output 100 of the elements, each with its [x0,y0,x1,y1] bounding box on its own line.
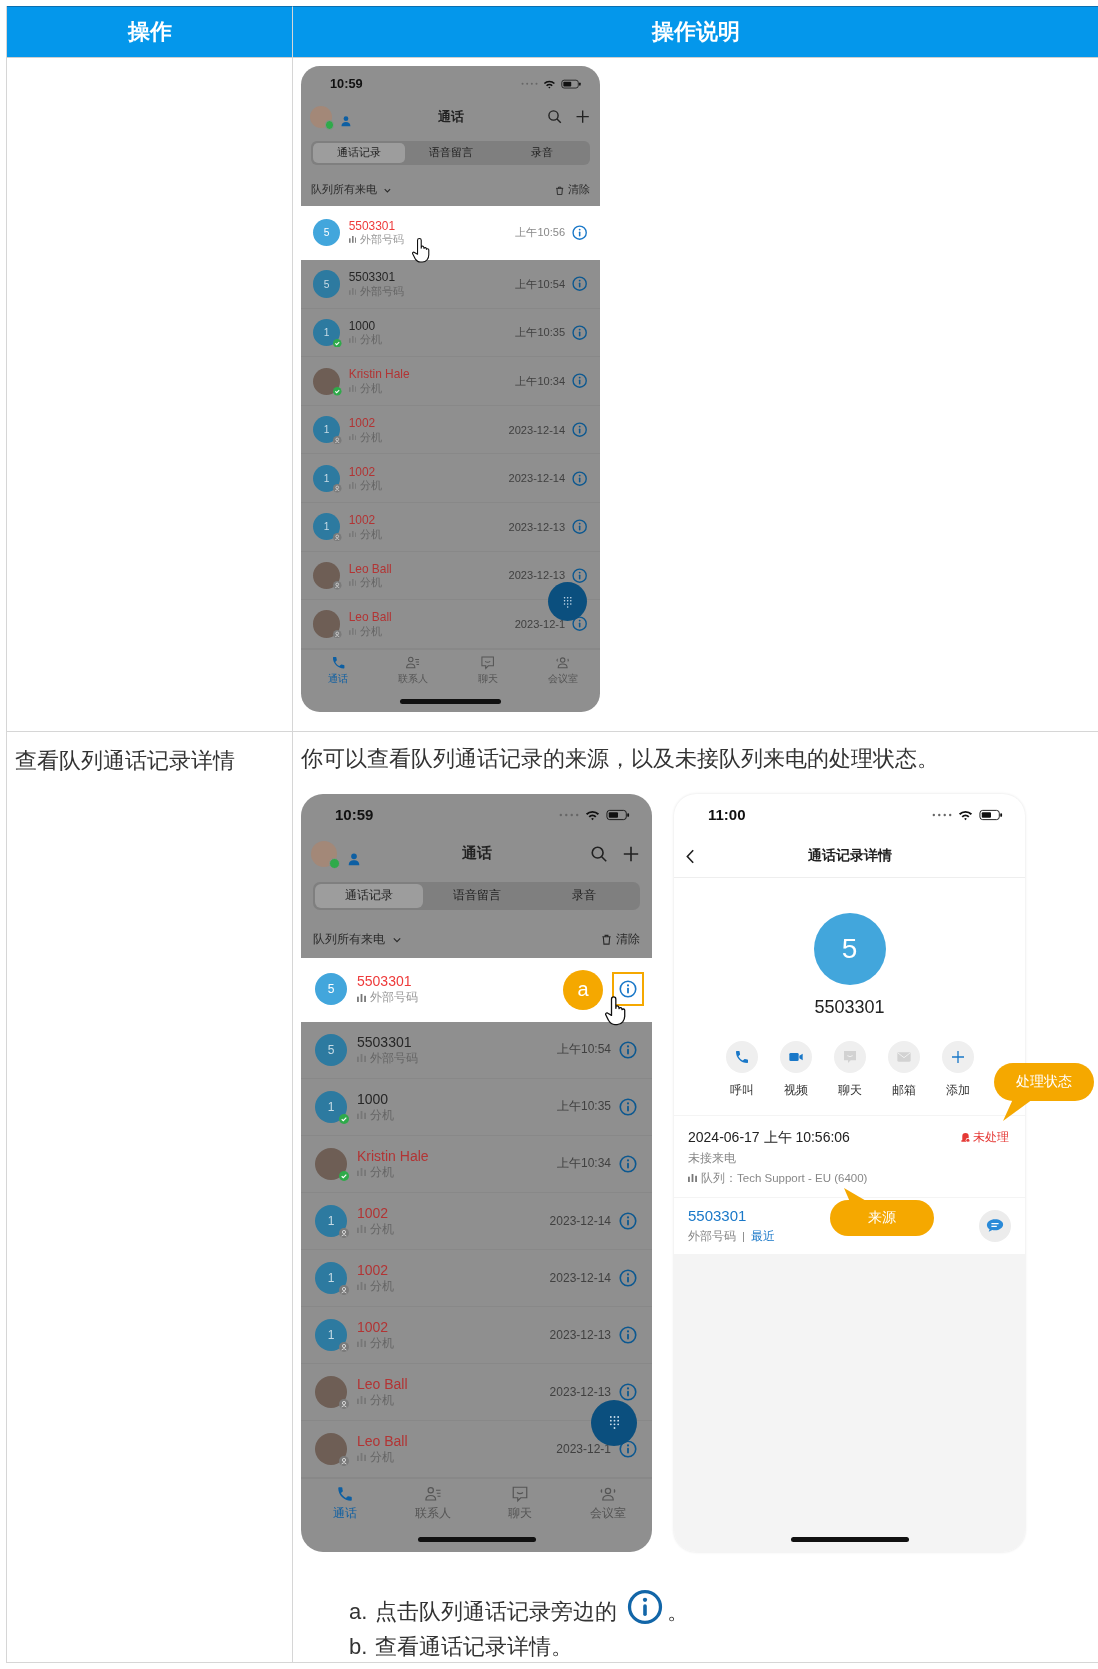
avatar-circle: 1 [315,1261,347,1294]
photo-placeholder [315,1147,347,1180]
avatar-circle: 5 [312,218,341,247]
caller-name: 5503301 [348,218,396,234]
wifi-icon [958,808,973,821]
offline-badge [333,435,342,445]
column-header: 操作说明 [293,6,1098,58]
description-text: 你可以查看队列通话记录的来源，以及未接队列来电的处理状态。 [301,744,940,773]
dialpad-button[interactable] [548,582,588,622]
dialpad-button[interactable] [591,1399,637,1446]
building-icon [357,1396,366,1405]
caller-name: 1002 [348,513,376,528]
building-icon [357,1453,366,1462]
caller-name: Kristin Hale [348,367,410,382]
online-badge [339,1113,349,1124]
caller-name: 5503301 [357,973,412,991]
caller-name: 1002 [357,1261,389,1279]
tab[interactable]: 录音 [496,142,589,164]
call-datetime: 2024-06-17 上午 10:56:06 [688,1128,851,1147]
info-icon[interactable] [619,980,637,999]
avatar-circle: 1 [312,416,341,444]
info-icon[interactable] [619,1439,637,1458]
caller-name: 1002 [348,464,376,480]
nav-tab[interactable]: 通话 [301,649,376,692]
filter-dropdown[interactable]: 队列所有来电 [311,183,391,198]
call-time: 2023-12-13 [508,569,566,582]
avatar-circle: 5 [315,973,347,1006]
tab[interactable]: 通话记录 [315,883,423,908]
avatar-circle: 5 [813,912,886,985]
avatar-circle: 1 [312,464,341,492]
dialpad-icon [608,1415,620,1431]
info-icon[interactable] [571,224,588,241]
building-icon [357,1282,366,1291]
call-result: 未接来电 [688,1150,737,1166]
recent-link[interactable]: 最近 [751,1225,775,1246]
caller-name: Kristin Hale [357,1147,429,1165]
list-marker: b. [349,1633,368,1660]
call-time: 2023-12-14 [549,1270,611,1285]
call-time: 上午10:34 [515,373,566,389]
avatar-circle: 1 [315,1090,347,1123]
status-label: 未处理 [973,1129,1009,1147]
call-time: 上午10:35 [515,325,566,341]
call-row[interactable]: 5 5503301 外部号码 上午10:56 [301,205,601,261]
chat-icon [511,1485,530,1504]
clear-button[interactable]: 清除 [555,183,590,198]
source-number[interactable]: 5503301 [688,1205,747,1226]
signal-icon [932,812,952,817]
caller-name: 1000 [348,318,376,334]
meeting-icon [599,1485,618,1504]
building-icon [357,1225,366,1234]
photo-placeholder [315,1432,347,1465]
number-type: 外部号码 [359,233,404,247]
add-icon[interactable] [574,109,590,125]
search-icon[interactable] [590,844,608,863]
offline-badge [333,532,342,542]
search-icon[interactable] [547,109,563,125]
screen-title: 通话 [437,108,464,126]
photo-placeholder [312,367,341,395]
person-icon[interactable] [347,851,361,866]
tab[interactable]: 录音 [530,883,638,908]
back-icon[interactable] [686,848,695,864]
building-icon [688,1173,697,1182]
number-type: 外部号码 [688,1228,736,1244]
call-time: 2023-12-14 [508,423,566,436]
caller-name: Leo Ball [357,1432,408,1450]
signal-icon [559,812,579,817]
sms-icon [986,1218,1004,1234]
call-time: 上午10:54 [515,276,566,292]
caller-name: 1002 [357,1318,389,1336]
battery-icon [560,78,582,89]
online-badge [339,1170,349,1181]
building-icon [348,236,357,244]
tab[interactable]: 通话记录 [312,142,405,164]
phone-icon [733,1048,750,1065]
chat-icon [480,655,496,671]
call-time: 上午10:35 [556,1098,611,1116]
clear-button[interactable]: 清除 [601,932,640,948]
person-icon[interactable] [340,115,353,128]
add-icon[interactable] [622,844,640,863]
screen-title: 通话 [461,844,492,864]
status-time: 11:00 [708,806,746,824]
table-cell: 查看队列通话记录详情 [7,731,293,1663]
filter-dropdown[interactable]: 队列所有来电 [313,932,401,948]
offline-badge [339,1341,349,1352]
sms-button[interactable] [979,1209,1011,1242]
phone-icon [335,1485,354,1504]
status-icon [960,1132,971,1144]
add-icon [949,1048,966,1065]
call-time: 2023-12-13 [549,1327,611,1342]
building-icon [357,1054,366,1063]
tab[interactable]: 语音留言 [404,142,497,164]
tab[interactable]: 语音留言 [422,883,531,908]
nav-tab[interactable]: 通话 [301,1478,389,1528]
battery-icon [606,808,630,821]
battery-icon [979,808,1003,821]
info-icon[interactable] [571,616,588,632]
call-time: 2023-12-14 [549,1213,611,1228]
meeting-icon [555,655,571,671]
info-icon[interactable] [627,1588,664,1625]
dialpad-icon [563,595,573,609]
